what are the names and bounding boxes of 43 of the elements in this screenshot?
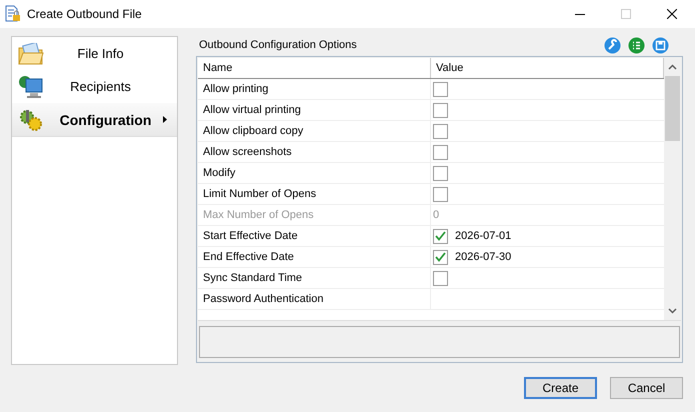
property-name: End Effective Date bbox=[198, 247, 431, 267]
property-name: Allow screenshots bbox=[198, 142, 431, 162]
dialog-button[interactable]: Cancel bbox=[610, 377, 683, 399]
sidebar-item[interactable]: Configuration bbox=[12, 103, 177, 137]
save-icon[interactable] bbox=[652, 36, 669, 54]
checkbox[interactable] bbox=[433, 250, 448, 264]
checkbox[interactable] bbox=[433, 82, 448, 96]
folder-icon bbox=[18, 42, 44, 64]
property-name: Allow printing bbox=[198, 79, 431, 99]
window-title: Create Outbound File bbox=[27, 7, 143, 21]
scrollbar[interactable] bbox=[664, 58, 681, 320]
wrench-icon[interactable] bbox=[604, 36, 621, 54]
gears-icon bbox=[18, 108, 44, 132]
maximize-icon[interactable] bbox=[621, 9, 631, 19]
close-icon[interactable] bbox=[667, 9, 677, 19]
scrollbar-thumb[interactable] bbox=[665, 76, 680, 141]
checkbox[interactable] bbox=[433, 144, 448, 160]
caret-icon bbox=[163, 116, 167, 123]
dialog-button[interactable]: Create bbox=[524, 377, 597, 399]
property-name: Start Effective Date bbox=[198, 226, 431, 246]
checkbox[interactable] bbox=[433, 124, 448, 138]
property-name: Modify bbox=[198, 163, 431, 183]
checkbox[interactable] bbox=[433, 186, 448, 202]
checkbox[interactable] bbox=[433, 102, 448, 118]
property-name: Limit Number of Opens bbox=[198, 184, 431, 204]
property-name: Password Authentication bbox=[198, 289, 431, 309]
property-name: Max Number of Opens bbox=[198, 205, 431, 225]
sidebar-item[interactable]: Recipients bbox=[12, 70, 177, 103]
property-name: Sync Standard Time bbox=[198, 268, 431, 288]
property-value: 2026-07-30 bbox=[455, 251, 512, 263]
panel-title: Outbound Configuration Options bbox=[198, 39, 358, 51]
sidebar-item[interactable]: File Info bbox=[12, 37, 177, 70]
computer-icon bbox=[18, 74, 44, 98]
checkbox[interactable] bbox=[433, 228, 448, 244]
document-lock-icon bbox=[5, 5, 21, 23]
property-value: 0 bbox=[433, 209, 440, 221]
property-name: Allow virtual printing bbox=[198, 100, 431, 120]
checkbox[interactable] bbox=[433, 166, 448, 180]
list-icon[interactable] bbox=[628, 36, 645, 54]
checkbox[interactable] bbox=[433, 270, 448, 286]
property-value: 2026-07-01 bbox=[455, 230, 512, 242]
column-header[interactable]: Name bbox=[198, 58, 431, 78]
property-name: Allow clipboard copy bbox=[198, 121, 431, 141]
